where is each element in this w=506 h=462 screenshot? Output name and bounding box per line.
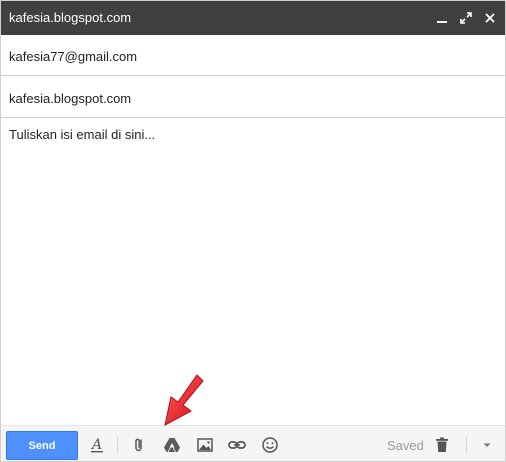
subject-field[interactable] [9, 89, 489, 107]
drive-icon[interactable] [162, 435, 182, 455]
photo-icon[interactable] [195, 435, 215, 455]
compose-toolbar: Send A Saved [1, 425, 505, 461]
to-row [1, 36, 505, 76]
more-options-icon[interactable] [477, 435, 497, 455]
attach-icon[interactable] [129, 435, 149, 455]
close-icon[interactable] [481, 9, 499, 27]
annotation-arrow-icon [164, 374, 204, 426]
compose-titlebar[interactable]: kafesia.blogspot.com [1, 1, 505, 35]
compose-window: kafesia.blogspot.com Send [0, 0, 506, 462]
svg-text:A: A [90, 437, 102, 453]
send-button[interactable]: Send [6, 431, 78, 460]
expand-icon[interactable] [457, 9, 475, 27]
subject-row [1, 78, 505, 118]
window-title: kafesia.blogspot.com [9, 10, 132, 25]
to-field[interactable] [9, 47, 489, 65]
message-body[interactable] [9, 127, 495, 417]
toolbar-separator [466, 436, 467, 454]
emoji-icon[interactable] [260, 435, 280, 455]
minimize-icon[interactable] [433, 9, 451, 27]
toolbar-separator [117, 436, 118, 454]
trash-icon[interactable] [432, 435, 452, 455]
link-icon[interactable] [227, 435, 247, 455]
formatting-icon[interactable]: A [87, 435, 107, 455]
save-status: Saved [387, 438, 424, 453]
window-controls [433, 9, 499, 27]
